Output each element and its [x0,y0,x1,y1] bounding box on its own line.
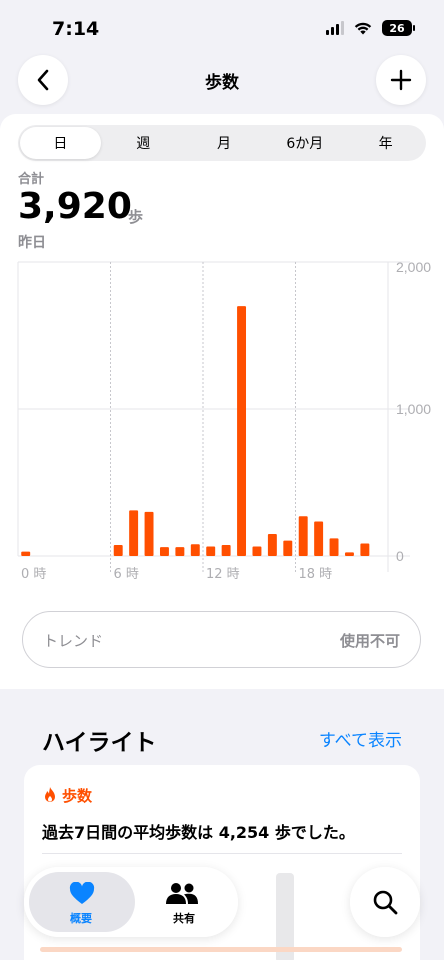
chart-bar [267,533,277,556]
total-steps-value: 3,920 [18,186,132,227]
show-all-link[interactable]: すべて表示 [319,726,402,751]
search-icon [373,890,398,915]
chart-bar [175,547,185,556]
battery-level: 26 [389,21,405,35]
date-label: 昨日 [18,235,46,251]
x-tick-label: 18 時 [299,567,333,582]
cellular-signal-icon [326,21,344,35]
status-icons: 26 [326,20,415,36]
chart-bar [360,543,370,556]
x-tick-label: 6 時 [114,567,139,582]
heart-icon [69,882,95,904]
chart-bar [252,546,262,556]
search-button[interactable] [350,867,420,937]
tab-summary[interactable]: 概要 [29,872,135,932]
y-tick-label: 0 [396,548,404,564]
status-time: 7:14 [52,18,100,40]
chart-bar [237,306,247,556]
chart-bar [206,546,216,556]
chart-bar [190,544,200,556]
chart-bar [159,547,169,556]
segment-day[interactable]: 日 [20,127,101,159]
chart-bar [298,516,308,556]
chart-bar [344,552,354,556]
highlight-category-label: 歩数 [62,787,93,805]
chart-bar [129,510,139,556]
chart-bar [113,544,123,556]
x-tick-label: 12 時 [206,567,240,582]
segment-6-months[interactable]: 6か月 [264,125,345,161]
flame-icon [45,787,55,802]
segment-month[interactable]: 月 [184,125,265,161]
chart-bar [221,544,231,556]
tab-sharing[interactable]: 共有 [138,872,233,932]
battery-icon: 26 [382,20,415,36]
total-label: 合計 [18,172,45,187]
add-data-button[interactable] [376,55,426,105]
tab-sharing-label: 共有 [173,912,195,925]
hourly-steps-chart[interactable]: 2,000 1,000 0 0 時 6 時 12 時 18 時 [0,254,444,594]
highlights-heading: ハイライト [42,730,157,756]
y-tick-label: 1,000 [396,401,431,417]
divider [42,853,402,854]
chart-bar [314,521,324,556]
trend-row[interactable]: トレンド 使用不可 [22,611,421,668]
time-range-segmented-control: 日 週 月 6か月 年 [18,125,426,161]
trend-status: 使用不可 [339,632,400,650]
highlight-category: 歩数 [42,785,92,806]
segment-year[interactable]: 年 [345,125,426,161]
highlight-bar-preview [40,947,402,952]
y-tick-label: 2,000 [396,259,431,275]
total-steps-unit: 歩 [128,208,144,226]
trend-label: トレンド [43,632,104,650]
chart-bar [329,538,339,556]
chart-bar [144,511,154,556]
tab-summary-label: 概要 [70,912,92,925]
people-icon [166,883,198,904]
steps-detail-card: 日 週 月 6か月 年 合計 3,920 歩 昨日 2,000 1,000 0 0 時… [0,114,444,689]
tab-bar: 概要 共有 [24,867,238,937]
highlight-text: 過去7日間の平均歩数は 4,254 歩でした。 [42,823,355,842]
chart-bar [283,540,293,556]
wifi-icon [354,21,372,35]
x-tick-label: 0 時 [21,567,46,582]
chart-bar [21,551,31,556]
segment-week[interactable]: 週 [103,125,184,161]
plus-icon [390,69,412,91]
status-bar: 7:14 26 [0,0,444,56]
